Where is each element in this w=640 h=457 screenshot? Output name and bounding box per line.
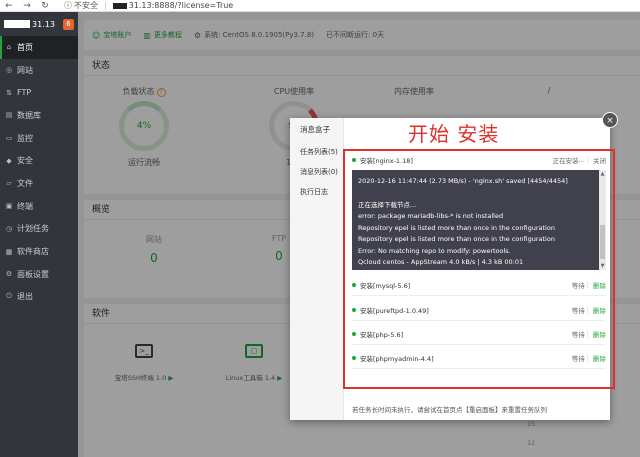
sidebar-header: 31.13 6	[0, 12, 78, 36]
footer-text: 若任务长时间未执行，请尝试在首页点【重启面板】来重置任务队列	[352, 406, 547, 414]
modal-title: 消息盒子	[300, 125, 330, 134]
modal-sidebar: 消息盒子 任务列表(5) 消息列表(0) 执行日志	[290, 118, 344, 420]
sidebar-item-label: 终端	[17, 201, 33, 211]
sidebar-item-home[interactable]: ⌂ 首页	[0, 36, 78, 59]
sidebar-item-label: 计划任务	[17, 224, 49, 234]
annotation-text: 开始 安装	[408, 122, 500, 146]
shield-icon: ◆	[6, 156, 12, 165]
home-icon: ⌂	[6, 43, 12, 52]
sidebar-item-label: 监控	[17, 133, 33, 143]
sidebar-item-logout[interactable]: ⏻ 退出	[0, 286, 78, 309]
modal-footer-note: 若任务长时间未执行，请尝试在首页点【重启面板】来重置任务队列	[352, 404, 547, 414]
url-text: 31.13:8888/?license=True	[128, 1, 234, 10]
tab-exec-log[interactable]: 执行日志	[290, 182, 343, 202]
sidebar-item-settings[interactable]: ⚙ 面板设置	[0, 263, 78, 286]
folder-icon: ▱	[6, 179, 12, 188]
gear-icon: ⚙	[5, 270, 13, 279]
ftp-icon: ⇅	[6, 88, 12, 97]
sidebar-item-label: 面板设置	[17, 269, 49, 279]
monitor-icon: ▭	[5, 134, 13, 143]
globe-icon: ◎	[5, 66, 13, 75]
sidebar-item-label: 软件商店	[17, 247, 49, 257]
forward-icon[interactable]: →	[18, 1, 36, 11]
sidebar-item-label: 数据库	[17, 110, 41, 120]
sidebar-item-label: FTP	[17, 88, 32, 98]
ip-redaction	[4, 20, 30, 28]
sidebar-item-security[interactable]: ◆ 安全	[0, 149, 78, 172]
terminal-icon: ▣	[5, 202, 13, 211]
clock-icon: ◷	[5, 224, 13, 233]
tab-task-list[interactable]: 任务列表(5)	[290, 142, 343, 162]
store-icon: ▦	[5, 247, 13, 256]
server-ip: 31.13	[32, 19, 55, 29]
sidebar-item-label: 首页	[17, 42, 33, 52]
address-bar[interactable]: 31.13:8888/?license=True	[112, 1, 234, 10]
back-icon[interactable]: ←	[0, 1, 18, 11]
sidebar-item-cron[interactable]: ◷ 计划任务	[0, 218, 78, 241]
url-redaction	[112, 2, 127, 9]
highlight-box	[343, 149, 615, 389]
sidebar-item-label: 退出	[17, 292, 33, 302]
sidebar-item-database[interactable]: ▤ 数据库	[0, 104, 78, 127]
url-divider: |	[104, 1, 107, 10]
browser-bar: ← → ↻ ⓘ 不安全 | 31.13:8888/?license=True	[0, 0, 640, 12]
tab-message-list[interactable]: 消息列表(0)	[290, 162, 343, 182]
reload-icon[interactable]: ↻	[36, 1, 54, 11]
database-icon: ▤	[5, 111, 13, 120]
notification-badge[interactable]: 6	[62, 18, 74, 30]
logout-icon: ⏻	[6, 292, 12, 301]
sidebar: 31.13 6 ⌂ 首页 ◎ 网站 ⇅ FTP ▤ 数据库 ▭ 监控 ◆ 安全 ▱ 文件 ▣ 终…	[0, 12, 78, 457]
sidebar-item-label: 安全	[17, 156, 33, 166]
sidebar-item-terminal[interactable]: ▣ 终端	[0, 195, 78, 218]
sidebar-item-monitor[interactable]: ▭ 监控	[0, 127, 78, 150]
sidebar-item-label: 网站	[17, 65, 33, 75]
sidebar-item-website[interactable]: ◎ 网站	[0, 59, 78, 82]
warning-icon: ⓘ	[64, 1, 72, 10]
close-icon[interactable]: ×	[602, 112, 618, 128]
sidebar-item-label: 文件	[17, 178, 33, 188]
sidebar-item-files[interactable]: ▱ 文件	[0, 172, 78, 195]
sidebar-item-store[interactable]: ▦ 软件商店	[0, 240, 78, 263]
insecure-label: 不安全	[74, 1, 98, 10]
sidebar-item-ftp[interactable]: ⇅ FTP	[0, 81, 78, 104]
